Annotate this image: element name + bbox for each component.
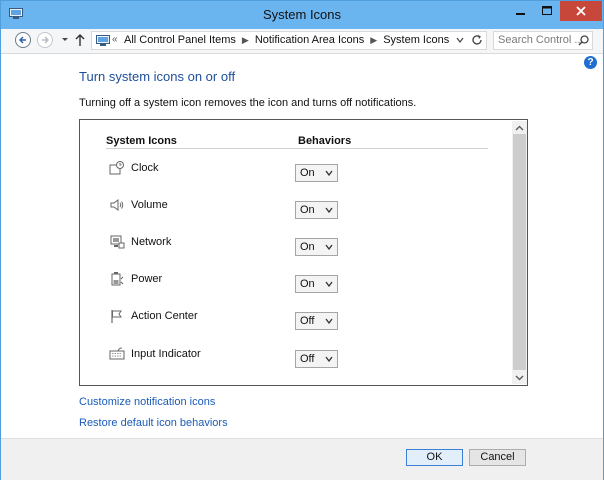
row-label-power: Power: [131, 273, 163, 285]
breadcrumb-separator-icon[interactable]: ▶: [242, 35, 249, 46]
control-panel-icon: [96, 35, 110, 46]
network-behavior-select[interactable]: On: [295, 238, 338, 256]
maximize-icon: [542, 6, 552, 15]
search-icon[interactable]: [578, 35, 589, 46]
power-icon: [111, 272, 124, 286]
maximize-button[interactable]: [534, 1, 560, 21]
scroll-up-arrow-icon[interactable]: [515, 125, 524, 131]
page-description: Turning off a system icon removes the ic…: [79, 97, 417, 109]
forward-button[interactable]: [37, 32, 53, 48]
chevron-down-icon: [325, 356, 333, 362]
column-header-behaviors: Behaviors: [298, 135, 352, 147]
customize-notification-icons-link[interactable]: Customize notification icons: [79, 396, 215, 408]
clock-icon: [109, 161, 124, 175]
close-icon: [576, 6, 586, 16]
table-row: Network On: [80, 234, 510, 258]
minimize-button[interactable]: [508, 1, 534, 21]
search-placeholder: Search Control ...: [498, 34, 584, 46]
row-label-action-center: Action Center: [131, 310, 198, 322]
ok-button[interactable]: OK: [406, 449, 463, 466]
title-bar[interactable]: System Icons: [1, 1, 603, 29]
keyboard-icon: [109, 347, 125, 360]
breadcrumb-separator-icon[interactable]: ▶: [370, 35, 377, 46]
back-button[interactable]: [15, 32, 31, 48]
navigation-bar: « All Control Panel Items ▶ Notification…: [1, 29, 603, 54]
chevron-down-icon: [325, 170, 333, 176]
row-label-volume: Volume: [131, 199, 168, 211]
dialog-footer: OK Cancel: [1, 438, 603, 480]
chevron-down-icon: [325, 207, 333, 213]
address-bar[interactable]: « All Control Panel Items ▶ Notification…: [91, 31, 487, 50]
select-value: On: [300, 167, 315, 179]
clock-behavior-select[interactable]: On: [295, 164, 338, 182]
vertical-scrollbar[interactable]: [512, 121, 527, 384]
search-box[interactable]: Search Control ...: [493, 31, 593, 50]
chevron-down-icon: [325, 244, 333, 250]
chevron-down-icon: [325, 281, 333, 287]
header-divider: [106, 148, 488, 149]
minimize-icon: [516, 13, 525, 15]
arrow-left-icon: [19, 36, 26, 44]
system-icons-window: System Icons « All Control Panel Items ▶…: [0, 0, 604, 480]
table-row: Volume On: [80, 197, 510, 221]
select-value: On: [300, 278, 315, 290]
chevron-down-icon: [325, 318, 333, 324]
refresh-icon[interactable]: [471, 34, 483, 46]
close-button[interactable]: [560, 1, 602, 21]
address-dropdown-chevron-icon[interactable]: [456, 36, 464, 44]
select-value: Off: [300, 315, 315, 327]
column-header-system-icons: System Icons: [106, 135, 177, 147]
scroll-down-arrow-icon[interactable]: [515, 375, 524, 381]
table-row: Clock On: [80, 160, 510, 184]
row-label-network: Network: [131, 236, 172, 248]
up-arrow-icon[interactable]: [74, 33, 86, 47]
action-center-flag-icon: [111, 310, 122, 323]
table-row: Power On: [80, 271, 510, 295]
input-indicator-behavior-select[interactable]: Off: [295, 350, 338, 368]
cancel-button[interactable]: Cancel: [469, 449, 526, 466]
table-row: Action Center Off: [80, 308, 510, 332]
volume-behavior-select[interactable]: On: [295, 201, 338, 219]
table-row: Input Indicator Off: [80, 346, 510, 370]
select-value: On: [300, 204, 315, 216]
row-label-input-indicator: Input Indicator: [131, 348, 201, 360]
overflow-chevron[interactable]: «: [112, 34, 118, 45]
select-value: Off: [300, 353, 315, 365]
power-behavior-select[interactable]: On: [295, 275, 338, 293]
arrow-right-icon: [42, 36, 49, 44]
breadcrumb-item-system-icons[interactable]: System Icons: [383, 34, 449, 46]
page-title: Turn system icons on or off: [79, 69, 236, 84]
restore-default-icon-behaviors-link[interactable]: Restore default icon behaviors: [79, 417, 228, 429]
breadcrumb: All Control Panel Items ▶ Notification A…: [124, 34, 449, 46]
action-center-behavior-select[interactable]: Off: [295, 312, 338, 330]
system-icons-list: System Icons Behaviors Clock On Volume O…: [79, 119, 528, 386]
breadcrumb-item-all-control-panel-items[interactable]: All Control Panel Items: [124, 34, 236, 46]
row-label-clock: Clock: [131, 162, 159, 174]
breadcrumb-item-notification-area-icons[interactable]: Notification Area Icons: [255, 34, 364, 46]
network-icon: [110, 235, 125, 249]
recent-locations-chevron-down-icon[interactable]: [61, 35, 69, 45]
select-value: On: [300, 241, 315, 253]
volume-icon: [110, 199, 124, 211]
help-icon[interactable]: ?: [584, 56, 597, 69]
scrollbar-thumb[interactable]: [513, 134, 526, 370]
